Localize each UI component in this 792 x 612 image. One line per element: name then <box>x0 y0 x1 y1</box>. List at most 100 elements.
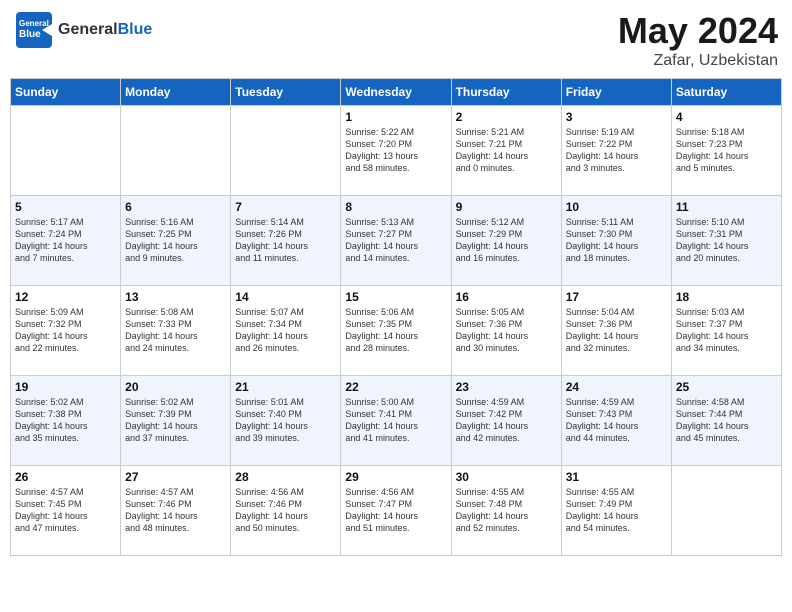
day-info: Sunrise: 5:13 AM Sunset: 7:27 PM Dayligh… <box>345 216 446 265</box>
calendar-table: SundayMondayTuesdayWednesdayThursdayFrid… <box>10 78 782 556</box>
day-number: 17 <box>566 290 667 304</box>
location-title: Zafar, Uzbekistan <box>618 52 778 70</box>
day-number: 13 <box>125 290 226 304</box>
day-number: 16 <box>456 290 557 304</box>
logo-general: General <box>58 21 118 38</box>
day-info: Sunrise: 4:57 AM Sunset: 7:46 PM Dayligh… <box>125 486 226 535</box>
calendar-cell: 22 Sunrise: 5:00 AM Sunset: 7:41 PM Dayli… <box>341 376 451 466</box>
day-number: 14 <box>235 290 336 304</box>
calendar-cell: 25 Sunrise: 4:58 AM Sunset: 7:44 PM Dayli… <box>671 376 781 466</box>
calendar-cell: 18 Sunrise: 5:03 AM Sunset: 7:37 PM Dayli… <box>671 286 781 376</box>
day-number: 6 <box>125 200 226 214</box>
svg-text:General: General <box>19 19 49 28</box>
calendar-cell <box>231 106 341 196</box>
calendar-cell: 2Sunrise: 5:21 AM Sunset: 7:21 PM Daylig… <box>451 106 561 196</box>
day-number: 30 <box>456 470 557 484</box>
week-row-3: 12 Sunrise: 5:09 AM Sunset: 7:32 PM Dayli… <box>11 286 782 376</box>
day-number: 31 <box>566 470 667 484</box>
logo-text-area: GeneralBlue <box>58 21 152 39</box>
calendar-cell: 1 Sunrise: 5:22 AM Sunset: 7:20 PM Daylig… <box>341 106 451 196</box>
day-info: Sunrise: 5:10 AM Sunset: 7:31 PM Dayligh… <box>676 216 777 265</box>
day-number: 18 <box>676 290 777 304</box>
day-info: Sunrise: 4:56 AM Sunset: 7:47 PM Dayligh… <box>345 486 446 535</box>
logo: General Blue GeneralBlue <box>14 10 152 50</box>
day-info: Sunrise: 4:59 AM Sunset: 7:42 PM Dayligh… <box>456 396 557 445</box>
week-row-5: 26Sunrise: 4:57 AM Sunset: 7:45 PM Dayli… <box>11 466 782 556</box>
day-number: 9 <box>456 200 557 214</box>
weekday-header-saturday: Saturday <box>671 79 781 106</box>
weekday-header-thursday: Thursday <box>451 79 561 106</box>
calendar-cell: 7 Sunrise: 5:14 AM Sunset: 7:26 PM Daylig… <box>231 196 341 286</box>
day-info: Sunrise: 5:16 AM Sunset: 7:25 PM Dayligh… <box>125 216 226 265</box>
weekday-header-friday: Friday <box>561 79 671 106</box>
day-info: Sunrise: 5:04 AM Sunset: 7:36 PM Dayligh… <box>566 306 667 355</box>
day-number: 5 <box>15 200 116 214</box>
month-title: May 2024 <box>618 10 778 52</box>
day-info: Sunrise: 5:02 AM Sunset: 7:39 PM Dayligh… <box>125 396 226 445</box>
calendar-cell: 23 Sunrise: 4:59 AM Sunset: 7:42 PM Dayli… <box>451 376 561 466</box>
logo-icon: General Blue <box>14 10 54 50</box>
calendar-cell: 24Sunrise: 4:59 AM Sunset: 7:43 PM Dayli… <box>561 376 671 466</box>
weekday-header-row: SundayMondayTuesdayWednesdayThursdayFrid… <box>11 79 782 106</box>
calendar-cell: 3Sunrise: 5:19 AM Sunset: 7:22 PM Daylig… <box>561 106 671 196</box>
day-number: 8 <box>345 200 446 214</box>
calendar-cell <box>11 106 121 196</box>
day-info: Sunrise: 5:05 AM Sunset: 7:36 PM Dayligh… <box>456 306 557 355</box>
day-number: 25 <box>676 380 777 394</box>
day-info: Sunrise: 5:18 AM Sunset: 7:23 PM Dayligh… <box>676 126 777 175</box>
week-row-1: 1 Sunrise: 5:22 AM Sunset: 7:20 PM Daylig… <box>11 106 782 196</box>
page-header: General Blue GeneralBlue May 2024 Zafar,… <box>10 10 782 70</box>
day-info: Sunrise: 5:14 AM Sunset: 7:26 PM Dayligh… <box>235 216 336 265</box>
calendar-cell: 4 Sunrise: 5:18 AM Sunset: 7:23 PM Daylig… <box>671 106 781 196</box>
day-number: 10 <box>566 200 667 214</box>
day-info: Sunrise: 5:02 AM Sunset: 7:38 PM Dayligh… <box>15 396 116 445</box>
day-number: 23 <box>456 380 557 394</box>
day-info: Sunrise: 4:57 AM Sunset: 7:45 PM Dayligh… <box>15 486 116 535</box>
day-info: Sunrise: 5:00 AM Sunset: 7:41 PM Dayligh… <box>345 396 446 445</box>
calendar-cell: 30 Sunrise: 4:55 AM Sunset: 7:48 PM Dayli… <box>451 466 561 556</box>
day-number: 7 <box>235 200 336 214</box>
day-info: Sunrise: 5:11 AM Sunset: 7:30 PM Dayligh… <box>566 216 667 265</box>
day-info: Sunrise: 4:56 AM Sunset: 7:46 PM Dayligh… <box>235 486 336 535</box>
calendar-cell: 10 Sunrise: 5:11 AM Sunset: 7:30 PM Dayli… <box>561 196 671 286</box>
logo-blue: Blue <box>118 21 153 38</box>
calendar-cell: 29 Sunrise: 4:56 AM Sunset: 7:47 PM Dayli… <box>341 466 451 556</box>
calendar-cell: 9 Sunrise: 5:12 AM Sunset: 7:29 PM Daylig… <box>451 196 561 286</box>
weekday-header-tuesday: Tuesday <box>231 79 341 106</box>
day-number: 3 <box>566 110 667 124</box>
day-number: 15 <box>345 290 446 304</box>
calendar-cell: 6 Sunrise: 5:16 AM Sunset: 7:25 PM Daylig… <box>121 196 231 286</box>
day-info: Sunrise: 5:22 AM Sunset: 7:20 PM Dayligh… <box>345 126 446 175</box>
calendar-cell: 17 Sunrise: 5:04 AM Sunset: 7:36 PM Dayli… <box>561 286 671 376</box>
day-info: Sunrise: 4:55 AM Sunset: 7:48 PM Dayligh… <box>456 486 557 535</box>
calendar-cell: 12 Sunrise: 5:09 AM Sunset: 7:32 PM Dayli… <box>11 286 121 376</box>
day-info: Sunrise: 5:12 AM Sunset: 7:29 PM Dayligh… <box>456 216 557 265</box>
calendar-cell: 19 Sunrise: 5:02 AM Sunset: 7:38 PM Dayli… <box>11 376 121 466</box>
calendar-cell: 11Sunrise: 5:10 AM Sunset: 7:31 PM Dayli… <box>671 196 781 286</box>
day-number: 2 <box>456 110 557 124</box>
calendar-cell: 21Sunrise: 5:01 AM Sunset: 7:40 PM Dayli… <box>231 376 341 466</box>
day-number: 22 <box>345 380 446 394</box>
calendar-cell: 14 Sunrise: 5:07 AM Sunset: 7:34 PM Dayli… <box>231 286 341 376</box>
day-info: Sunrise: 5:07 AM Sunset: 7:34 PM Dayligh… <box>235 306 336 355</box>
day-info: Sunrise: 5:09 AM Sunset: 7:32 PM Dayligh… <box>15 306 116 355</box>
day-number: 12 <box>15 290 116 304</box>
calendar-cell: 27Sunrise: 4:57 AM Sunset: 7:46 PM Dayli… <box>121 466 231 556</box>
title-area: May 2024 Zafar, Uzbekistan <box>618 10 778 70</box>
calendar-cell: 20 Sunrise: 5:02 AM Sunset: 7:39 PM Dayli… <box>121 376 231 466</box>
calendar-cell: 26Sunrise: 4:57 AM Sunset: 7:45 PM Dayli… <box>11 466 121 556</box>
svg-text:Blue: Blue <box>19 29 41 40</box>
week-row-4: 19 Sunrise: 5:02 AM Sunset: 7:38 PM Dayli… <box>11 376 782 466</box>
calendar-cell: 28Sunrise: 4:56 AM Sunset: 7:46 PM Dayli… <box>231 466 341 556</box>
day-number: 19 <box>15 380 116 394</box>
week-row-2: 5Sunrise: 5:17 AM Sunset: 7:24 PM Daylig… <box>11 196 782 286</box>
day-number: 20 <box>125 380 226 394</box>
day-number: 1 <box>345 110 446 124</box>
day-number: 29 <box>345 470 446 484</box>
day-info: Sunrise: 5:03 AM Sunset: 7:37 PM Dayligh… <box>676 306 777 355</box>
day-info: Sunrise: 4:58 AM Sunset: 7:44 PM Dayligh… <box>676 396 777 445</box>
weekday-header-sunday: Sunday <box>11 79 121 106</box>
day-number: 4 <box>676 110 777 124</box>
day-info: Sunrise: 5:01 AM Sunset: 7:40 PM Dayligh… <box>235 396 336 445</box>
day-info: Sunrise: 4:55 AM Sunset: 7:49 PM Dayligh… <box>566 486 667 535</box>
